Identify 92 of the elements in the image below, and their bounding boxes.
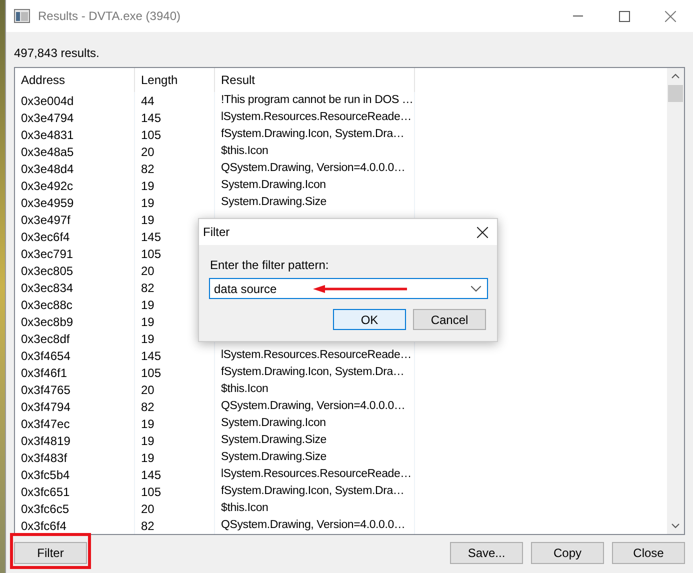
table-cell-text: 19 [141, 178, 154, 194]
table-cell-text: fSystem.Drawing.Icon, System.Dra… [221, 484, 404, 499]
table-cell-text: 0x3e4831 [21, 126, 74, 144]
window-icon [14, 9, 30, 23]
table-cell-text: 0x3ec834 [21, 280, 74, 296]
table-cell-text: $this.Icon [221, 382, 268, 397]
close-icon [664, 10, 676, 22]
table-cell-text: $this.Icon [221, 500, 268, 516]
table-cell-text: $this.Icon [221, 144, 268, 159]
column-header[interactable]: Length [135, 68, 215, 92]
table-cell-text: 0x3f4765 [21, 382, 70, 398]
table-cell-text: 0x3e492c [21, 178, 74, 194]
dialog-button[interactable]: Save... [450, 542, 523, 564]
dialog-button[interactable]: Cancel [413, 309, 486, 330]
table-cell-text: System.Drawing.Size [221, 450, 326, 465]
table-cell-text: 19 [141, 314, 154, 330]
dialog-button[interactable]: Copy [531, 542, 604, 564]
table-cell-text: fSystem.Drawing.Icon, System.Dra… [221, 364, 404, 380]
dropdown-icon [471, 286, 481, 292]
table-cell-text: 0x3e497f [21, 212, 70, 228]
table-cell-text: 0x3fc6c5 [21, 500, 70, 518]
dialog-button[interactable]: Close [612, 542, 685, 564]
maximize-icon [618, 10, 630, 22]
table-cell-text: 19 [141, 194, 154, 212]
table-cell-text: 105 [141, 364, 162, 382]
table-cell-text: 0x3ec791 [21, 246, 74, 262]
table-cell-text: 20 [141, 382, 154, 398]
table-cell-text: 145 [141, 348, 162, 364]
table-cell-text: fSystem.Drawing.Icon, System.Dra… [221, 126, 404, 142]
table-cell-text: 105 [141, 126, 162, 144]
filter-combobox[interactable]: data source [209, 278, 488, 299]
table-cell-text: 0x3e4959 [21, 194, 74, 212]
table-cell-text: 20 [141, 500, 154, 518]
table-cell-text: 0x3ec88c [21, 296, 72, 314]
table-cell-text: 0x3f4654 [21, 348, 70, 364]
table-cell-text: 0x3ec8df [21, 330, 70, 348]
filter-button[interactable]: Filter [14, 542, 87, 564]
table-cell-text: 0x3f4794 [21, 398, 70, 416]
table-cell-text: 0x3f46f1 [21, 364, 68, 382]
table-cell-text: lSystem.Resources.ResourceReade… [221, 466, 412, 482]
table-cell-text: 0x3f4819 [21, 432, 70, 450]
table-cell-text: System.Drawing.Icon [221, 416, 326, 431]
scroll-thumb[interactable] [668, 85, 683, 102]
table-cell-text: 0x3ec8b9 [21, 314, 74, 330]
table-cell-text: 20 [141, 262, 154, 280]
table-cell-text: 19 [141, 432, 154, 450]
table-cell-text: 82 [141, 398, 154, 416]
table-cell-text: QSystem.Drawing, Version=4.0.0.0… [221, 398, 406, 414]
table-cell-text: !This program cannot be run in DOS … [221, 92, 414, 108]
table-cell-text: 19 [141, 212, 154, 228]
table-cell-text: 19 [141, 450, 154, 466]
table-cell-text: 82 [141, 518, 154, 534]
table-cell-text: 0x3fc651 [21, 484, 70, 500]
table-cell-text: 0x3e48d4 [21, 160, 74, 178]
dialog-button[interactable]: OK [333, 309, 406, 330]
table-cell-text: 19 [141, 416, 154, 432]
results-count: 497,843 results. [14, 46, 100, 60]
table-cell-text: 19 [141, 330, 154, 348]
table-cell-text: 20 [141, 144, 154, 160]
table-cell-text: lSystem.Resources.ResourceReade… [221, 110, 412, 125]
table-cell-text: System.Drawing.Size [221, 194, 326, 210]
table-cell-text: QSystem.Drawing, Version=4.0.0.0… [221, 160, 406, 176]
table-cell-text: 105 [141, 484, 162, 500]
table-cell-text: 0x3e48a5 [21, 144, 74, 160]
dialog-title: Filter [203, 224, 230, 241]
table-cell-text: 105 [141, 246, 162, 262]
window-title: Results - DVTA.exe (3940) [38, 8, 180, 25]
table-cell-text: 145 [141, 228, 162, 246]
column-header[interactable]: Result [215, 68, 415, 92]
table-cell-text: 0x3e004d [21, 92, 74, 110]
table-cell-text: 82 [141, 280, 154, 296]
table-cell-text: 145 [141, 110, 162, 126]
table-cell-text: 0x3f483f [21, 450, 68, 466]
table-cell-text: 0x3fc5b4 [21, 466, 70, 484]
table-cell-text: 19 [141, 296, 154, 314]
table-cell-text: System.Drawing.Size [221, 432, 326, 448]
scrollbar[interactable] [667, 68, 684, 534]
table-cell-text: 0x3f47ec [21, 416, 70, 432]
table-cell-text: 44 [141, 92, 154, 110]
column-header[interactable]: Address [15, 68, 135, 92]
close-icon [476, 226, 488, 238]
table-cell-text: 145 [141, 466, 162, 484]
filter-label: Enter the filter pattern: [210, 258, 329, 272]
table-cell-text: QSystem.Drawing, Version=4.0.0.0… [221, 518, 406, 533]
table-cell-text: 82 [141, 160, 154, 178]
filter-value: data source [214, 280, 277, 298]
table-cell-text: 0x3e4794 [21, 110, 74, 126]
table-cell-text: lSystem.Resources.ResourceReade… [221, 348, 412, 363]
table-cell-text: System.Drawing.Icon [221, 178, 326, 193]
table-cell-text: 0x3fc6f4 [21, 518, 66, 534]
table-cell-text: 0x3ec805 [21, 262, 74, 280]
table-cell-text: 0x3ec6f4 [21, 228, 70, 246]
